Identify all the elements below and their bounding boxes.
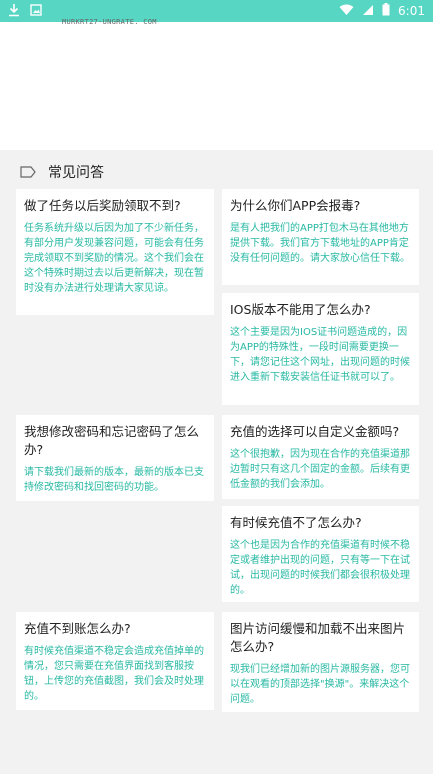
faq-answer: 这个也是因为合作的充值渠道有时候不稳定或者维护出现的问题，只有等一下在试试，出现… xyxy=(230,540,410,596)
battery-icon xyxy=(382,3,390,19)
faq-card[interactable]: 充值不到账怎么办? 有时候充值渠道不稳定会造成充值掉单的情况，您只需要在充值界面… xyxy=(16,612,214,710)
faq-card[interactable]: 图片访问缓慢和加载不出来图片怎么办? 现我们已经增加新的图片源服务器，您可以在观… xyxy=(222,612,419,712)
faq-question: 有时候充值不了怎么办? xyxy=(230,515,362,530)
top-partial-text: MURKRT27-UNGRATE. COM xyxy=(62,18,157,26)
section-title: 常见问答 xyxy=(48,165,104,181)
top-content-area: MURKRT27-UNGRATE. COM xyxy=(0,18,433,150)
faq-question: 我想修改密码和忘记密码了怎么办? xyxy=(24,424,200,457)
status-time: 6:01 xyxy=(398,4,425,18)
faq-answer: 这个主要是因为IOS证书问题造成的，因为APP的特殊性，一段时间需要更换一下，请… xyxy=(230,327,410,383)
faq-question: 充值的选择可以自定义金额吗? xyxy=(230,424,400,439)
faq-answer: 这个很抱歉，因为现在合作的充值渠道那边暂时只有这几个固定的金额。后续有更低金额的… xyxy=(230,449,410,490)
tag-icon xyxy=(20,166,36,178)
status-bar-left xyxy=(8,3,42,20)
status-bar-right: 6:01 xyxy=(339,3,425,19)
faq-question: 充值不到账怎么办? xyxy=(24,621,131,636)
faq-question: 做了任务以后奖励领取不到? xyxy=(24,198,181,213)
faq-card[interactable]: 做了任务以后奖励领取不到? 任务系统升级以后因为加了不少新任务，有部分用户发现兼… xyxy=(16,189,214,315)
faq-answer: 任务系统升级以后因为加了不少新任务，有部分用户发现兼容问题，可能会有任务完成领取… xyxy=(24,223,204,294)
faq-question: 图片访问缓慢和加载不出来图片怎么办? xyxy=(230,621,406,654)
image-icon xyxy=(30,3,42,19)
faq-card[interactable]: 为什么你们APP会报毒? 是有人把我们的APP打包木马在其他地方提供下载。我们官… xyxy=(222,189,419,285)
section-header: 常见问答 xyxy=(20,162,104,182)
faq-question: 为什么你们APP会报毒? xyxy=(230,198,361,213)
faq-answer: 现我们已经增加新的图片源服务器，您可以在观看的顶部选择"换源"。来解决这个问题。 xyxy=(230,664,410,705)
faq-question: IOS版本不能用了怎么办? xyxy=(230,302,371,317)
faq-card[interactable]: 充值的选择可以自定义金额吗? 这个很抱歉，因为现在合作的充值渠道那边暂时只有这几… xyxy=(222,415,419,499)
signal-icon xyxy=(362,4,374,19)
faq-answer: 请下载我们最新的版本，最新的版本已支持修改密码和找回密码的功能。 xyxy=(24,467,204,493)
faq-card[interactable]: 我想修改密码和忘记密码了怎么办? 请下载我们最新的版本，最新的版本已支持修改密码… xyxy=(16,415,214,501)
faq-answer: 是有人把我们的APP打包木马在其他地方提供下载。我们官方下载地址的APP肯定没有… xyxy=(230,223,410,264)
faq-card[interactable]: IOS版本不能用了怎么办? 这个主要是因为IOS证书问题造成的，因为APP的特殊… xyxy=(222,293,419,405)
download-icon xyxy=(8,3,20,20)
faq-answer: 有时候充值渠道不稳定会造成充值掉单的情况，您只需要在充值界面找到客服按钮，上传您… xyxy=(24,646,204,702)
wifi-icon xyxy=(339,4,354,19)
faq-card[interactable]: 有时候充值不了怎么办? 这个也是因为合作的充值渠道有时候不稳定或者维护出现的问题… xyxy=(222,506,419,602)
